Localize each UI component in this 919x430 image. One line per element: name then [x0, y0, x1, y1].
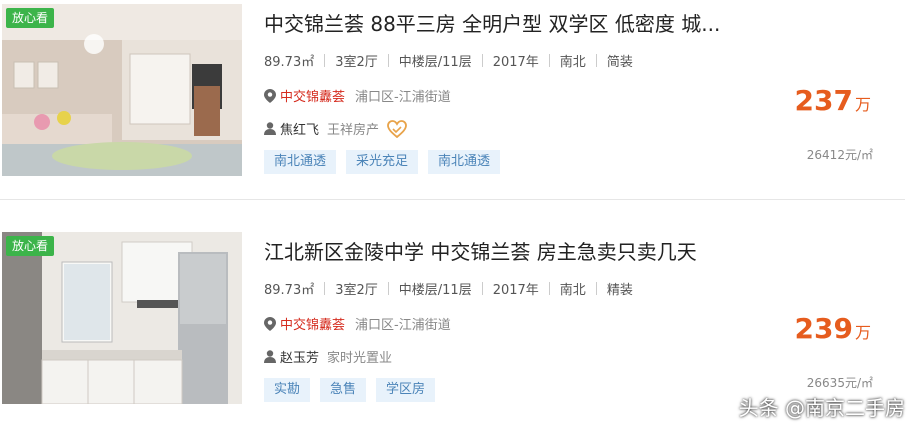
district-link[interactable]: 浦口区-江浦街道 — [355, 86, 451, 105]
total-price: 239 万 — [795, 312, 871, 345]
listing-agent: 赵玉芳 家时光置业 — [264, 347, 392, 366]
kitchen-photo — [2, 232, 242, 404]
spec-floor: 中楼层/11层 — [398, 55, 472, 70]
divider — [387, 282, 389, 295]
listing-location: 中交锦纛荟 浦口区-江浦街道 — [264, 314, 451, 333]
source-watermark: 头条 @南京二手房 — [738, 396, 905, 420]
fangxinkan-badge: 放心看 — [6, 236, 55, 256]
divider — [595, 282, 597, 295]
unit-price: 26412元/㎡ — [806, 148, 873, 162]
divider — [595, 54, 597, 67]
spec-layout: 3室2厅 — [335, 283, 378, 298]
divider — [481, 54, 483, 67]
listing-card[interactable]: 放心看 中交锦兰荟 88平三房 全明户型 双学区 低密度 城... 89.73㎡… — [0, 0, 919, 200]
feature-tag: 采光充足 — [346, 150, 419, 174]
agency-name: 家时光置业 — [327, 351, 393, 366]
listing-agent: 焦红飞 王祥房产 — [264, 119, 407, 138]
person-icon — [264, 122, 276, 135]
map-pin-icon — [264, 88, 276, 103]
map-pin-icon — [264, 316, 276, 331]
price-value: 239 — [794, 312, 853, 345]
divider — [548, 54, 550, 67]
agent-name[interactable]: 赵玉芳 — [280, 347, 319, 366]
spec-decoration: 精装 — [606, 283, 633, 298]
community-link[interactable]: 中交锦纛荟 — [280, 86, 345, 105]
divider — [481, 282, 483, 295]
feature-tag: 南北通透 — [264, 150, 337, 174]
spec-layout: 3室2厅 — [335, 55, 378, 70]
spec-year: 2017年 — [492, 283, 539, 298]
price-unit: 万 — [854, 323, 871, 342]
feature-tag: 实勘 — [264, 378, 311, 402]
heart-hands-icon — [387, 119, 407, 138]
feature-tag: 学区房 — [376, 378, 436, 402]
unit-price: 26635元/㎡ — [806, 376, 873, 390]
feature-tag: 急售 — [320, 378, 367, 402]
spec-orientation: 南北 — [559, 283, 586, 298]
listing-specs: 89.73㎡ 3室2厅 中楼层/11层 2017年 南北 精装 — [264, 279, 633, 298]
listing-tags: 实勘 急售 学区房 — [264, 378, 436, 402]
spec-area: 89.73㎡ — [264, 283, 315, 298]
price-value: 237 — [794, 84, 853, 117]
divider — [387, 54, 389, 67]
divider — [548, 282, 550, 295]
listing-title[interactable]: 中交锦兰荟 88平三房 全明户型 双学区 低密度 城... — [264, 8, 720, 37]
listing-title[interactable]: 江北新区金陵中学 中交锦兰荟 房主急卖只卖几天 — [264, 236, 697, 265]
feature-tag: 南北通透 — [428, 150, 501, 174]
price-unit: 万 — [854, 95, 871, 114]
listing-specs: 89.73㎡ 3室2厅 中楼层/11层 2017年 南北 简装 — [264, 51, 633, 70]
community-link[interactable]: 中交锦纛荟 — [280, 314, 345, 333]
spec-area: 89.73㎡ — [264, 55, 315, 70]
total-price: 237 万 — [795, 84, 871, 117]
spec-year: 2017年 — [492, 55, 539, 70]
divider — [324, 282, 326, 295]
listing-photo[interactable]: 放心看 — [2, 232, 242, 404]
listing-photo[interactable]: 放心看 — [2, 4, 242, 176]
divider — [324, 54, 326, 67]
spec-orientation: 南北 — [559, 55, 586, 70]
living-room-photo — [2, 4, 242, 176]
agent-name[interactable]: 焦红飞 — [280, 119, 319, 138]
listing-divider — [0, 199, 905, 200]
listing-tags: 南北通透 采光充足 南北通透 — [264, 150, 501, 174]
district-link[interactable]: 浦口区-江浦街道 — [355, 314, 451, 333]
spec-floor: 中楼层/11层 — [398, 283, 472, 298]
spec-decoration: 简装 — [606, 55, 633, 70]
agency-name: 王祥房产 — [327, 123, 380, 138]
listing-location: 中交锦纛荟 浦口区-江浦街道 — [264, 86, 451, 105]
person-icon — [264, 350, 276, 363]
fangxinkan-badge: 放心看 — [6, 8, 55, 28]
